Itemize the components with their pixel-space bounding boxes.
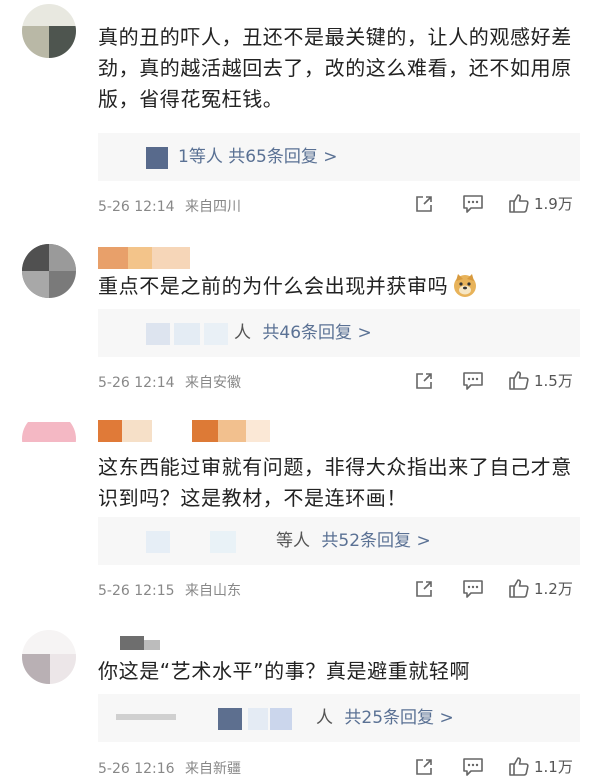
comment-location: 来自新疆 [185,761,242,777]
comment-icon [463,372,483,390]
replier-avatar [146,531,170,553]
reply-users: 人 [316,708,333,728]
like-count: 1.2万 [534,579,573,598]
avatar[interactable] [22,4,76,58]
comment-button[interactable] [462,370,484,392]
replier-avatar [218,708,242,730]
comment-icon [463,758,483,776]
comment-icon [463,580,483,598]
like-button[interactable]: 1.9万 [508,192,573,214]
comment-meta: 5-26 12:14 来自四川 [98,196,241,216]
replier-avatar [270,708,292,730]
share-button[interactable] [414,756,434,778]
comment-icon [463,195,483,213]
like-button[interactable]: 1.2万 [508,577,573,599]
like-button[interactable]: 1.1万 [508,755,573,777]
doge-emoji-icon [454,274,477,297]
reply-count-link[interactable]: 共46条回复 > [262,323,371,343]
replier-avatar [204,323,228,345]
comment-button[interactable] [462,193,484,215]
comment-meta: 5-26 12:14 来自安徽 [98,372,241,392]
share-icon [416,581,432,597]
avatar[interactable] [22,412,76,466]
like-count: 1.5万 [534,371,573,390]
comment-location: 来自安徽 [185,375,242,391]
share-button[interactable] [414,578,434,600]
reply-preview[interactable]: 1等人 共65条回复 > [98,133,580,181]
comment-text: 这东西能过审就有问题，非得大众指出来了自己才意识到吗？这是教材，不是连环画！ [98,455,572,510]
replier-avatar [210,531,236,553]
comment-location: 来自四川 [185,199,242,215]
share-icon [416,759,432,775]
comment-date: 5-26 12:16 [98,761,175,777]
replier-avatar [174,323,200,345]
comment-meta: 5-26 12:15 来自山东 [98,580,241,600]
comment-text: 重点不是之前的为什么会出现并获审吗 [98,271,578,302]
replier-avatar [116,714,176,720]
reply-users: 1等人 [178,147,223,167]
comment-button[interactable] [462,756,484,778]
avatar[interactable] [22,630,76,684]
like-count: 1.9万 [534,194,573,213]
comment-meta: 5-26 12:16 来自新疆 [98,758,241,778]
comment-date: 5-26 12:15 [98,583,175,599]
reply-preview[interactable]: 人 共46条回复 > [98,309,580,357]
comment-text: 你这是“艺术水平”的事？真是避重就轻啊 [98,659,471,683]
reply-count-link[interactable]: 共25条回复 > [344,708,453,728]
share-button[interactable] [414,370,434,392]
reply-preview[interactable]: 人 共25条回复 > [98,694,580,742]
thumbs-up-icon [509,757,529,776]
reply-count-link[interactable]: 共65条回复 > [228,147,337,167]
thumbs-up-icon [509,194,529,213]
username-blurred[interactable] [98,247,190,269]
share-icon [416,373,432,389]
share-icon [416,196,432,212]
comment-button[interactable] [462,578,484,600]
reply-count-link[interactable]: 共52条回复 > [321,531,430,551]
comment-text: 真的丑的吓人，丑还不是最关键的，让人的观感好差劲，真的越活越回去了，改的这么难看… [98,25,572,111]
share-button[interactable] [414,193,434,215]
comment-date: 5-26 12:14 [98,375,175,391]
like-button[interactable]: 1.5万 [508,369,573,391]
comment-location: 来自山东 [185,583,242,599]
reply-users: 人 [234,323,251,343]
avatar[interactable] [22,244,76,298]
username-blurred[interactable] [98,420,270,442]
thumbs-up-icon [509,579,529,598]
replier-avatar [248,708,268,730]
replier-avatar [146,147,168,169]
username-blurred[interactable] [98,630,162,652]
thumbs-up-icon [509,371,529,390]
comment-date: 5-26 12:14 [98,199,175,215]
reply-preview[interactable]: 等人 共52条回复 > [98,517,580,565]
reply-users: 等人 [276,531,310,551]
replier-avatar [146,323,170,345]
like-count: 1.1万 [534,757,573,776]
